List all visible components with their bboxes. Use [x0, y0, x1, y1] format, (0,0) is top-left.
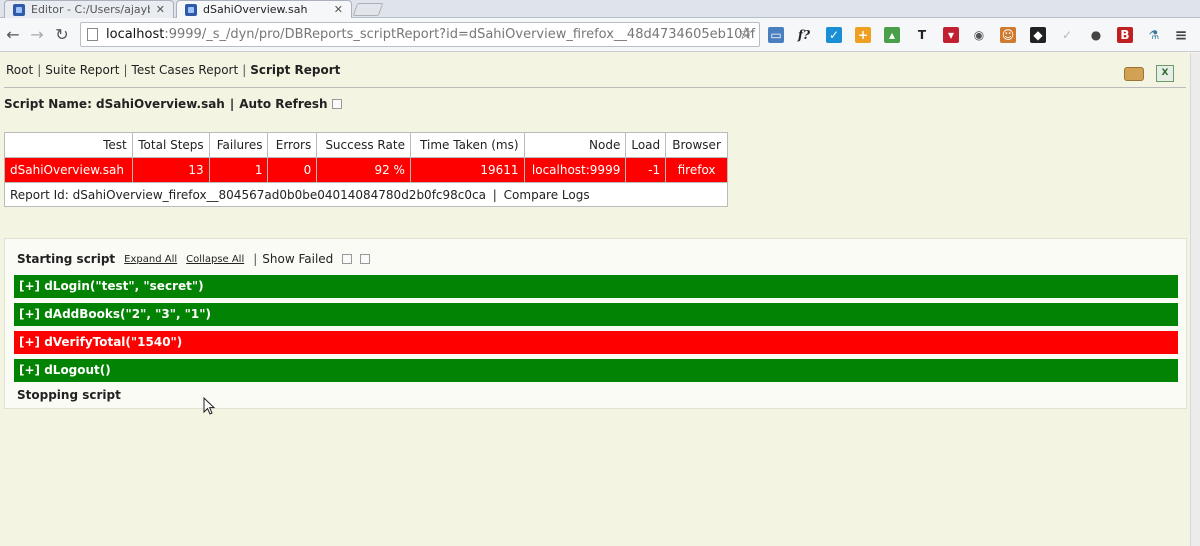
column-header: Browser: [665, 132, 728, 158]
table-row: dSahiOverview.sah 13 1 0 92 % 19611 loca…: [4, 157, 728, 183]
tab-title: dSahiOverview.sah: [203, 3, 308, 16]
check-extension-icon[interactable]: ✓: [826, 27, 842, 43]
step-row-dverifytotal[interactable]: [+] dVerifyTotal("1540"): [14, 331, 1178, 354]
test-name-link[interactable]: dSahiOverview.sah: [4, 157, 133, 183]
divider: [4, 87, 1186, 88]
column-header: Node: [523, 132, 627, 158]
menu-icon[interactable]: ≡: [1173, 27, 1189, 43]
step-row-daddbooks[interactable]: [+] dAddBooks("2", "3", "1"): [14, 303, 1178, 326]
print-icon[interactable]: [1124, 67, 1144, 81]
sahi-favicon-icon: [185, 3, 197, 16]
collapse-all-link[interactable]: Collapse All: [186, 254, 244, 265]
breadcrumb-suite-link[interactable]: Suite Report: [45, 63, 119, 77]
tab-title: Editor - C:/Users/ajayb/sa: [31, 3, 150, 16]
compare-logs-link[interactable]: Compare Logs: [504, 188, 590, 202]
auto-refresh-label: Auto Refresh: [239, 97, 328, 111]
browser-toolbar: ← → ↻ localhost:9999/_s_/dyn/pro/DBRepor…: [0, 18, 1200, 52]
report-id-row: Report Id: dSahiOverview_firefox__804567…: [4, 182, 728, 207]
total-steps-cell: 13: [131, 157, 210, 183]
plus-extension-icon[interactable]: +: [855, 27, 871, 43]
close-icon[interactable]: ✕: [334, 3, 343, 16]
new-tab-button[interactable]: [352, 3, 384, 16]
column-header: Time Taken (ms): [409, 132, 525, 158]
close-icon[interactable]: ✕: [156, 3, 165, 16]
reload-icon[interactable]: ↻: [52, 25, 72, 45]
url-path: :9999/_s_/dyn/pro/DBReports_scriptReport…: [164, 27, 756, 42]
column-header: Test: [4, 132, 133, 158]
breadcrumb-testcases-link[interactable]: Test Cases Report: [132, 63, 239, 77]
mouse-cursor-icon: [203, 397, 216, 415]
step-row-dlogin[interactable]: [+] dLogin("test", "secret"): [14, 275, 1178, 298]
extension-icon[interactable]: ▭: [768, 27, 784, 43]
success-rate-cell: 92 %: [316, 157, 411, 183]
secondary-checkbox[interactable]: [360, 254, 371, 264]
report-id: Report Id: dSahiOverview_firefox__804567…: [10, 187, 486, 202]
failures-cell: 1: [208, 157, 269, 183]
time-taken-cell: 19611: [409, 157, 525, 183]
sahi-favicon-icon: [13, 3, 25, 16]
function-extension-icon[interactable]: f?: [796, 27, 812, 43]
step-row-dlogout[interactable]: [+] dLogout(): [14, 359, 1178, 382]
tab-editor[interactable]: Editor - C:/Users/ajayb/sa ✕: [4, 0, 174, 18]
errors-cell: 0: [267, 157, 318, 183]
column-header: Load: [625, 132, 667, 158]
column-header: Success Rate: [316, 132, 411, 158]
load-cell: -1: [625, 157, 667, 183]
breadcrumb-root-link[interactable]: Root: [6, 63, 33, 77]
steps-header: Starting script Expand All Collapse All …: [17, 252, 371, 266]
show-failed-checkbox[interactable]: [342, 254, 353, 264]
gesture-extension-icon[interactable]: ✓: [1059, 27, 1075, 43]
vertical-scrollbar[interactable]: [1190, 53, 1200, 546]
url-host: localhost: [106, 27, 165, 42]
back-icon[interactable]: ←: [3, 25, 23, 45]
column-header: Failures: [208, 132, 269, 158]
face-extension-icon[interactable]: ☺: [1000, 27, 1016, 43]
b-extension-icon[interactable]: B: [1117, 27, 1133, 43]
expand-all-link[interactable]: Expand All: [124, 254, 177, 265]
flask-extension-icon[interactable]: ⚗: [1146, 27, 1162, 43]
camera-extension-icon[interactable]: ◉: [971, 27, 987, 43]
column-header: Errors: [267, 132, 318, 158]
page-icon: [87, 28, 98, 41]
summary-table: Test Total Steps Failures Errors Success…: [4, 132, 728, 207]
breadcrumb: Root | Suite Report | Test Cases Report | Scri…: [6, 63, 341, 77]
script-name-header: Script Name: dSahiOverview.sah | Auto Re…: [4, 97, 342, 111]
tab-script-report[interactable]: dSahiOverview.sah ✕: [176, 0, 352, 18]
script-name-label: Script Name: dSahiOverview.sah: [4, 97, 225, 111]
browser-cell: firefox: [665, 157, 728, 183]
auto-refresh-checkbox[interactable]: [331, 99, 342, 109]
steps-panel: Starting script Expand All Collapse All …: [4, 238, 1187, 409]
tab-strip: Editor - C:/Users/ajayb/sa ✕ dSahiOvervi…: [0, 0, 1200, 18]
column-header: Total Steps: [131, 132, 210, 158]
excel-export-icon[interactable]: X: [1156, 65, 1174, 82]
image-extension-icon[interactable]: ▴: [884, 27, 900, 43]
starting-script-label: Starting script: [17, 252, 116, 266]
table-header-row: Test Total Steps Failures Errors Success…: [4, 132, 728, 158]
address-bar[interactable]: localhost:9999/_s_/dyn/pro/DBReports_scr…: [80, 22, 760, 47]
pin-extension-icon[interactable]: ●: [1088, 27, 1104, 43]
show-failed-label: Show Failed: [262, 252, 334, 266]
pocket-extension-icon[interactable]: ▾: [943, 27, 959, 43]
stopping-script-label: Stopping script: [17, 388, 121, 402]
node-cell: localhost:9999: [523, 157, 627, 183]
breadcrumb-current: Script Report: [250, 63, 341, 77]
page-content: Root | Suite Report | Test Cases Report | Scri…: [0, 53, 1190, 546]
ghostery-extension-icon[interactable]: ◆: [1030, 27, 1046, 43]
forward-icon[interactable]: →: [27, 25, 47, 45]
text-extension-icon[interactable]: T: [914, 27, 930, 43]
bookmark-star-icon[interactable]: ☆: [738, 24, 753, 44]
